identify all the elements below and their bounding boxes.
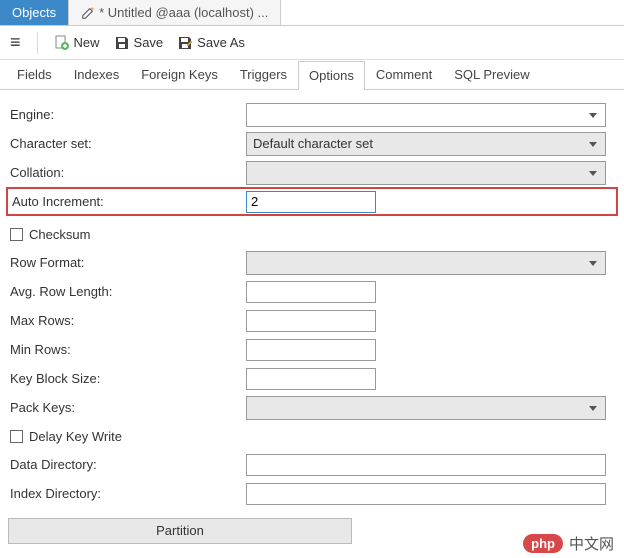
tab-untitled[interactable]: * Untitled @aaa (localhost) ... — [69, 0, 281, 25]
tab-triggers[interactable]: Triggers — [229, 60, 298, 89]
inner-tabs: Fields Indexes Foreign Keys Triggers Opt… — [0, 60, 624, 90]
delay-key-write-row: Delay Key Write — [8, 422, 616, 450]
max-rows-label: Max Rows: — [8, 313, 246, 328]
separator — [37, 32, 38, 54]
key-block-size-input[interactable] — [246, 368, 376, 390]
key-block-size-row: Key Block Size: — [8, 364, 616, 393]
max-rows-input[interactable] — [246, 310, 376, 332]
tab-label: Fields — [17, 67, 52, 82]
tab-foreign-keys[interactable]: Foreign Keys — [130, 60, 229, 89]
tab-fields[interactable]: Fields — [6, 60, 63, 89]
save-as-label: Save As — [197, 35, 245, 50]
partition-label: Partition — [156, 523, 204, 538]
index-directory-label: Index Directory: — [8, 486, 246, 501]
tab-label: SQL Preview — [454, 67, 529, 82]
engine-label: Engine: — [8, 107, 246, 122]
delay-key-write-label: Delay Key Write — [29, 429, 122, 444]
watermark: php 中文网 — [523, 533, 614, 554]
tab-label: Objects — [12, 5, 56, 20]
row-format-select[interactable] — [246, 251, 606, 275]
hamburger-icon[interactable]: ≡ — [10, 32, 21, 53]
collation-label: Collation: — [8, 165, 246, 180]
pack-keys-row: Pack Keys: — [8, 393, 616, 422]
edit-icon — [81, 6, 95, 20]
new-icon — [54, 35, 70, 51]
index-directory-input[interactable] — [246, 483, 606, 505]
partition-button[interactable]: Partition — [8, 518, 352, 544]
checksum-checkbox[interactable] — [10, 228, 23, 241]
new-button[interactable]: New — [54, 35, 100, 51]
data-directory-input[interactable] — [246, 454, 606, 476]
tab-sql-preview[interactable]: SQL Preview — [443, 60, 540, 89]
index-directory-row: Index Directory: — [8, 479, 616, 508]
max-rows-row: Max Rows: — [8, 306, 616, 335]
tab-objects[interactable]: Objects — [0, 0, 69, 25]
new-label: New — [74, 35, 100, 50]
tab-label: Options — [309, 68, 354, 83]
tab-label: * Untitled @aaa (localhost) ... — [99, 5, 268, 20]
save-as-icon — [177, 35, 193, 51]
save-button[interactable]: Save — [114, 35, 164, 51]
data-directory-row: Data Directory: — [8, 450, 616, 479]
min-rows-label: Min Rows: — [8, 342, 246, 357]
toolbar: ≡ New Save Save As — [0, 26, 624, 60]
engine-row: Engine: — [8, 100, 616, 129]
auto-increment-label: Auto Increment: — [10, 194, 246, 209]
tab-indexes[interactable]: Indexes — [63, 60, 131, 89]
checksum-label: Checksum — [29, 227, 90, 242]
watermark-text: 中文网 — [569, 533, 614, 554]
delay-key-write-checkbox[interactable] — [10, 430, 23, 443]
tab-label: Comment — [376, 67, 432, 82]
options-form: Engine: Character set: Default character… — [0, 90, 624, 544]
tab-options[interactable]: Options — [298, 61, 365, 90]
avg-row-length-row: Avg. Row Length: — [8, 277, 616, 306]
avg-row-length-label: Avg. Row Length: — [8, 284, 246, 299]
collation-select[interactable] — [246, 161, 606, 185]
save-icon — [114, 35, 130, 51]
auto-increment-input[interactable] — [246, 191, 376, 213]
charset-select[interactable]: Default character set — [246, 132, 606, 156]
row-format-row: Row Format: — [8, 248, 616, 277]
save-label: Save — [134, 35, 164, 50]
data-directory-label: Data Directory: — [8, 457, 246, 472]
avg-row-length-input[interactable] — [246, 281, 376, 303]
save-as-button[interactable]: Save As — [177, 35, 245, 51]
pack-keys-select[interactable] — [246, 396, 606, 420]
min-rows-row: Min Rows: — [8, 335, 616, 364]
checksum-row: Checksum — [8, 220, 616, 248]
tab-label: Triggers — [240, 67, 287, 82]
tab-comment[interactable]: Comment — [365, 60, 443, 89]
row-format-label: Row Format: — [8, 255, 246, 270]
tab-label: Indexes — [74, 67, 120, 82]
collation-row: Collation: — [8, 158, 616, 187]
auto-increment-row: Auto Increment: — [6, 187, 618, 216]
engine-select[interactable] — [246, 103, 606, 127]
window-tabs: Objects * Untitled @aaa (localhost) ... — [0, 0, 624, 26]
key-block-size-label: Key Block Size: — [8, 371, 246, 386]
charset-row: Character set: Default character set — [8, 129, 616, 158]
tab-label: Foreign Keys — [141, 67, 218, 82]
charset-label: Character set: — [8, 136, 246, 151]
watermark-badge: php — [523, 534, 563, 553]
charset-value: Default character set — [253, 136, 373, 151]
min-rows-input[interactable] — [246, 339, 376, 361]
pack-keys-label: Pack Keys: — [8, 400, 246, 415]
